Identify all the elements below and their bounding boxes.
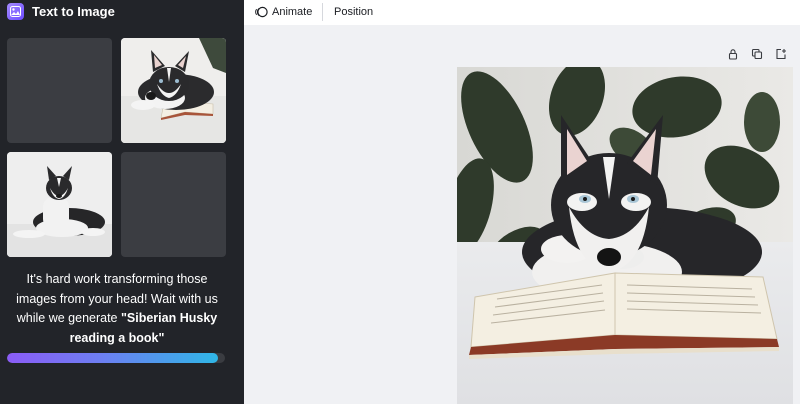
lock-icon[interactable]	[726, 47, 740, 61]
duplicate-icon[interactable]	[750, 47, 764, 61]
animate-icon	[254, 5, 268, 19]
text-to-image-panel: Text to Image It's hard work transformin…	[0, 0, 244, 404]
panel-header: Text to Image	[7, 2, 115, 20]
generation-progress-fill	[7, 353, 219, 363]
text-to-image-app-icon[interactable]	[7, 2, 24, 20]
animate-label: Animate	[272, 6, 313, 18]
generated-images-grid	[7, 38, 226, 258]
generated-image-husky-lying[interactable]	[7, 152, 112, 257]
add-page-icon[interactable]	[774, 47, 788, 61]
generated-image-husky-book[interactable]	[121, 38, 226, 143]
generation-progress-bar	[7, 353, 225, 363]
generation-wait-message: It's hard work transforming those images…	[12, 270, 222, 348]
panel-title: Text to Image	[32, 3, 115, 19]
generated-image-placeholder	[121, 152, 226, 257]
editor-toolbar: Animate Position	[244, 0, 800, 26]
toolbar-divider	[322, 3, 323, 21]
generated-image-placeholder	[7, 38, 112, 143]
husky-reading-book-image[interactable]	[457, 67, 793, 404]
editor-canvas	[244, 25, 800, 404]
page-tools	[726, 47, 788, 61]
animate-button[interactable]: Animate	[254, 0, 312, 24]
position-button[interactable]: Position	[334, 0, 373, 24]
